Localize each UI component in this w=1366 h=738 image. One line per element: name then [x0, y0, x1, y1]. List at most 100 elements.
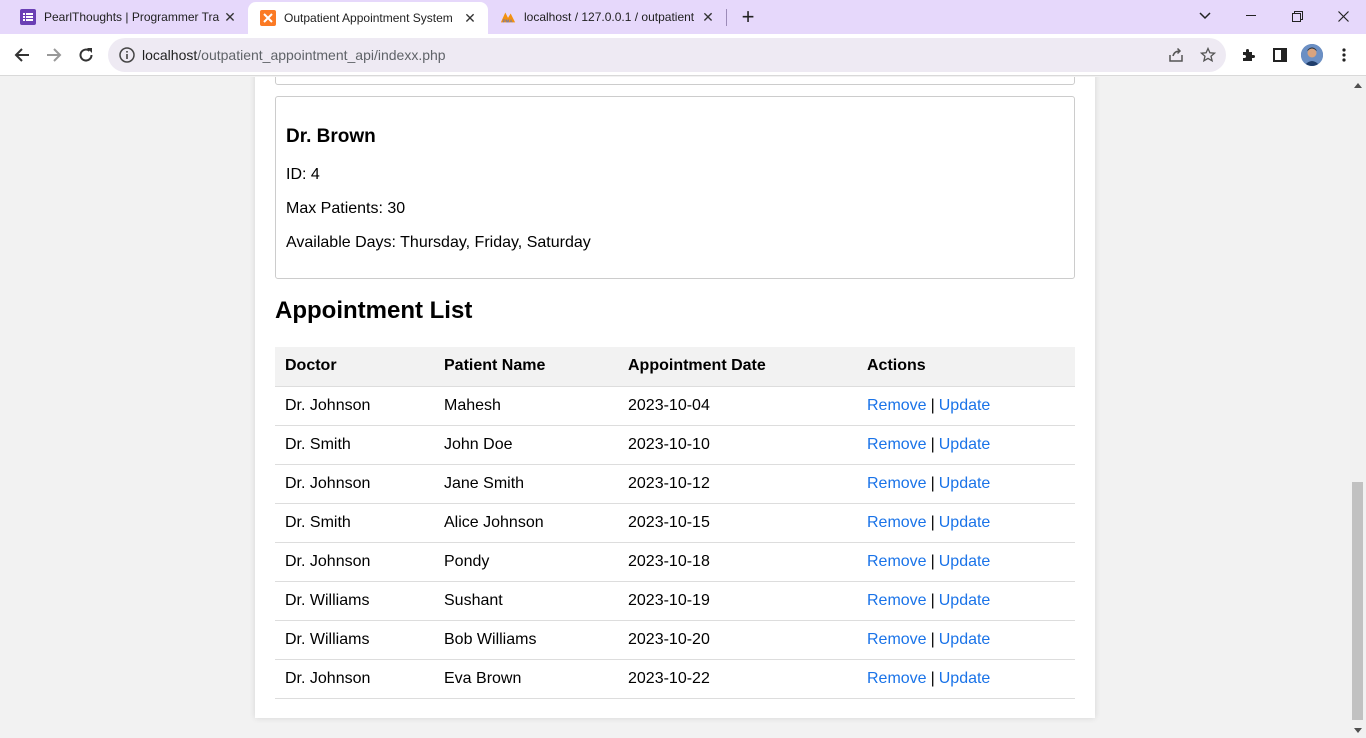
cell-date: 2023-10-19: [618, 581, 857, 621]
restore-button[interactable]: [1274, 0, 1320, 32]
forward-button[interactable]: [40, 41, 68, 69]
tab-title: localhost / 127.0.0.1 / outpatient: [524, 10, 695, 24]
page-viewport: Dr. Brown ID: 4 Max Patients: 30 Availab…: [0, 77, 1350, 738]
remove-link[interactable]: Remove: [867, 670, 927, 687]
action-separator: |: [930, 669, 935, 687]
update-link[interactable]: Update: [939, 631, 991, 648]
close-tab-icon[interactable]: ✕: [460, 8, 480, 28]
remove-link[interactable]: Remove: [867, 397, 927, 414]
tab-pearlthoughts[interactable]: PearlThoughts | Programmer Tra ✕: [8, 0, 248, 34]
back-button[interactable]: [8, 41, 36, 69]
new-tab-button[interactable]: +: [736, 4, 760, 30]
cell-doctor: Dr. Johnson: [275, 386, 434, 426]
cell-patient: Bob Williams: [434, 620, 618, 660]
scroll-down-arrow-icon[interactable]: [1354, 728, 1362, 733]
cell-patient: Jane Smith: [434, 464, 618, 504]
update-link[interactable]: Update: [939, 397, 991, 414]
action-separator: |: [930, 630, 935, 648]
cell-actions: Remove | Update: [857, 386, 1075, 426]
bookmark-star-icon[interactable]: [1198, 45, 1218, 65]
doctor-id: ID: 4: [286, 166, 320, 183]
cell-actions: Remove | Update: [857, 503, 1075, 543]
cell-doctor: Dr. Johnson: [275, 464, 434, 504]
close-window-button[interactable]: [1320, 0, 1366, 32]
list-icon: [20, 9, 36, 25]
close-tab-icon[interactable]: ✕: [220, 7, 240, 27]
cell-patient: Eva Brown: [434, 659, 618, 699]
info-icon[interactable]: [118, 46, 136, 64]
remove-link[interactable]: Remove: [867, 592, 927, 609]
tab-divider: [726, 9, 727, 26]
update-link[interactable]: Update: [939, 553, 991, 570]
url-host: localhost: [142, 47, 198, 63]
svg-text:PMA: PMA: [503, 18, 514, 23]
cell-patient: Mahesh: [434, 386, 618, 426]
chevron-down-icon: [1199, 12, 1211, 20]
tab-strip: PearlThoughts | Programmer Tra ✕ Outpati…: [0, 0, 1366, 34]
phpmyadmin-icon: PMA: [500, 9, 516, 25]
remove-link[interactable]: Remove: [867, 553, 927, 570]
share-icon[interactable]: [1166, 45, 1186, 65]
address-bar[interactable]: localhost/outpatient_appointment_api/ind…: [108, 38, 1226, 72]
cell-doctor: Dr. Williams: [275, 581, 434, 621]
tab-search-button[interactable]: [1182, 0, 1228, 32]
cell-doctor: Dr. Johnson: [275, 659, 434, 699]
cell-patient: Pondy: [434, 542, 618, 582]
cell-date: 2023-10-12: [618, 464, 857, 504]
tab-title: PearlThoughts | Programmer Tra: [44, 10, 220, 24]
close-icon: [1337, 10, 1349, 22]
tab-phpmyadmin[interactable]: PMA localhost / 127.0.0.1 / outpatient ✕: [488, 0, 726, 34]
scroll-up-arrow-icon[interactable]: [1354, 83, 1362, 88]
table-row: Dr. Johnson Pondy 2023-10-18 Remove | Update: [275, 542, 1075, 582]
column-header-doctor: Doctor: [275, 347, 434, 387]
cell-actions: Remove | Update: [857, 425, 1075, 465]
cell-date: 2023-10-04: [618, 386, 857, 426]
cell-patient: John Doe: [434, 425, 618, 465]
update-link[interactable]: Update: [939, 436, 991, 453]
remove-link[interactable]: Remove: [867, 514, 927, 531]
update-link[interactable]: Update: [939, 670, 991, 687]
extensions-icon[interactable]: [1237, 44, 1259, 66]
close-tab-icon[interactable]: ✕: [698, 7, 718, 27]
vertical-scrollbar[interactable]: [1350, 77, 1366, 738]
update-link[interactable]: Update: [939, 592, 991, 609]
cell-actions: Remove | Update: [857, 464, 1075, 504]
update-link[interactable]: Update: [939, 475, 991, 492]
doctor-name: Dr. Brown: [286, 126, 376, 147]
column-header-date: Appointment Date: [618, 347, 857, 387]
cell-patient: Alice Johnson: [434, 503, 618, 543]
cell-date: 2023-10-20: [618, 620, 857, 660]
action-separator: |: [930, 513, 935, 531]
update-link[interactable]: Update: [939, 514, 991, 531]
main-container: Dr. Brown ID: 4 Max Patients: 30 Availab…: [255, 77, 1095, 718]
minimize-button[interactable]: [1228, 0, 1274, 32]
arrow-left-icon: [14, 48, 29, 62]
doctor-available-days: Available Days: Thursday, Friday, Saturd…: [286, 234, 591, 251]
table-row: Dr. Williams Bob Williams 2023-10-20 Remove…: [275, 620, 1075, 660]
appointment-table: Doctor Patient Name Appointment Date Act…: [275, 347, 1075, 699]
table-row: Dr. Johnson Mahesh 2023-10-04 Remove | Update: [275, 386, 1075, 426]
appointment-table-body: Dr. Johnson Mahesh 2023-10-04 Remove | Update…: [275, 386, 1075, 699]
scrollbar-thumb[interactable]: [1352, 482, 1363, 720]
cell-actions: Remove | Update: [857, 542, 1075, 582]
table-header-row: Doctor Patient Name Appointment Date Act…: [275, 347, 1075, 387]
reload-icon: [79, 48, 93, 62]
remove-link[interactable]: Remove: [867, 436, 927, 453]
cell-doctor: Dr. Johnson: [275, 542, 434, 582]
table-row: Dr. Johnson Eva Brown 2023-10-22 Remove | Upd…: [275, 659, 1075, 699]
remove-link[interactable]: Remove: [867, 631, 927, 648]
url-text[interactable]: localhost/outpatient_appointment_api/ind…: [142, 47, 446, 63]
table-row: Dr. Smith John Doe 2023-10-10 Remove | Update: [275, 425, 1075, 465]
cell-date: 2023-10-22: [618, 659, 857, 699]
profile-avatar[interactable]: [1301, 44, 1323, 66]
reload-button[interactable]: [72, 41, 100, 69]
menu-kebab-icon[interactable]: [1333, 44, 1355, 66]
remove-link[interactable]: Remove: [867, 475, 927, 492]
side-panel-icon[interactable]: [1269, 44, 1291, 66]
action-separator: |: [930, 474, 935, 492]
table-row: Dr. Williams Sushant 2023-10-19 Remove | Upda…: [275, 581, 1075, 621]
cell-patient: Sushant: [434, 581, 618, 621]
tab-outpatient[interactable]: Outpatient Appointment System ✕: [248, 2, 488, 34]
table-row: Dr. Johnson Jane Smith 2023-10-12 Remove | Up…: [275, 464, 1075, 504]
doctor-max-patients: Max Patients: 30: [286, 200, 406, 217]
